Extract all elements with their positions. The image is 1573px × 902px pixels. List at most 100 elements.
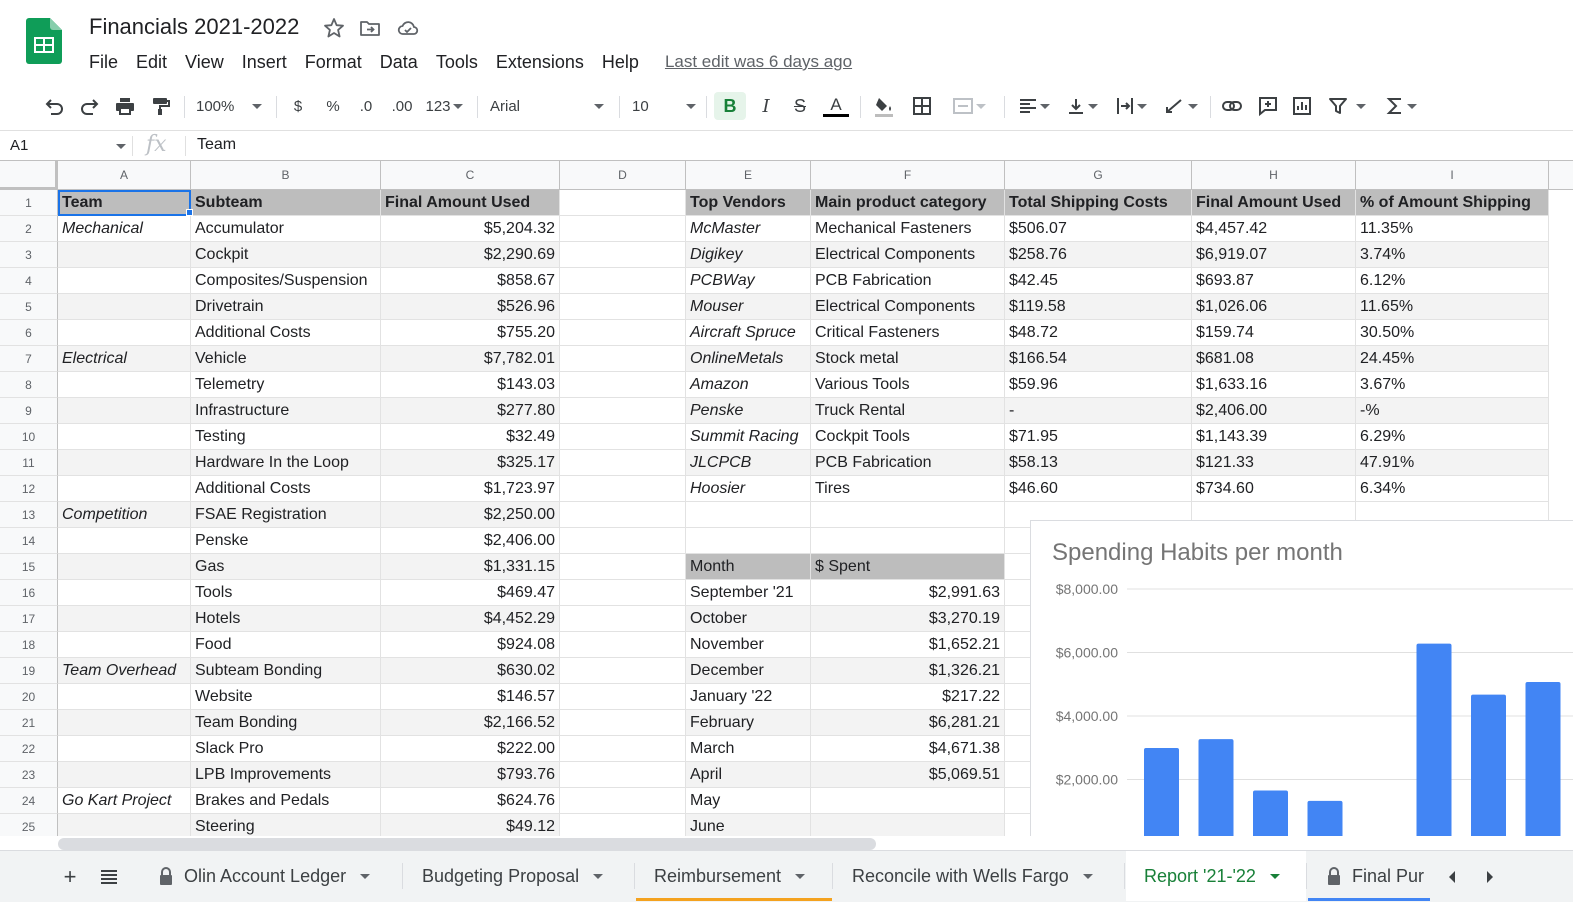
cell-d5[interactable] (560, 294, 686, 320)
cell-d18[interactable] (560, 632, 686, 658)
name-box-chevron-down-icon[interactable] (116, 144, 126, 149)
cloud-status-icon[interactable] (396, 16, 420, 40)
cell-g9[interactable]: - (1005, 398, 1192, 424)
cell-f5[interactable]: Electrical Components (811, 294, 1005, 320)
cell-f2[interactable]: Mechanical Fasteners (811, 216, 1005, 242)
cell-i12[interactable]: 6.34% (1356, 476, 1549, 502)
cell-g7[interactable]: $166.54 (1005, 346, 1192, 372)
cell-b10[interactable]: Testing (191, 424, 381, 450)
cell-b19[interactable]: Subteam Bonding (191, 658, 381, 684)
cell-b22[interactable]: Slack Pro (191, 736, 381, 762)
cell-g3[interactable]: $258.76 (1005, 242, 1192, 268)
row-header[interactable]: 5 (0, 294, 58, 320)
insert-chart-icon[interactable] (1288, 92, 1316, 120)
chart-bar[interactable] (1525, 682, 1561, 836)
cell-g5[interactable]: $119.58 (1005, 294, 1192, 320)
cell-c11[interactable]: $325.17 (381, 450, 560, 476)
cell-f24[interactable] (811, 788, 1005, 814)
cell-a20[interactable] (58, 684, 191, 710)
cell-b11[interactable]: Hardware In the Loop (191, 450, 381, 476)
cell-e2[interactable]: McMaster (686, 216, 811, 242)
print-icon[interactable] (111, 92, 139, 120)
insert-comment-icon[interactable] (1254, 92, 1282, 120)
fill-color-icon[interactable] (870, 92, 898, 120)
format-percent-button[interactable]: % (322, 92, 344, 120)
cell-e25[interactable]: June (686, 814, 811, 836)
cell-c2[interactable]: $5,204.32 (381, 216, 560, 242)
sheet-tab[interactable]: Reconcile with Wells Fargo (834, 851, 1124, 901)
column-header-b[interactable]: B (191, 161, 381, 190)
cell-g4[interactable]: $42.45 (1005, 268, 1192, 294)
sheets-logo-icon[interactable] (26, 18, 62, 64)
cell-e10[interactable]: Summit Racing (686, 424, 811, 450)
zoom-select[interactable]: 100% (196, 92, 268, 120)
cell-e3[interactable]: Digikey (686, 242, 811, 268)
cell-h9[interactable]: $2,406.00 (1192, 398, 1356, 424)
cell-f14[interactable] (811, 528, 1005, 554)
cell-b6[interactable]: Additional Costs (191, 320, 381, 346)
cell-i4[interactable]: 6.12% (1356, 268, 1549, 294)
add-sheet-icon[interactable]: + (58, 863, 82, 891)
cell-d19[interactable] (560, 658, 686, 684)
cell-a12[interactable] (58, 476, 191, 502)
cell-f7[interactable]: Stock metal (811, 346, 1005, 372)
sheet-tab[interactable]: Olin Account Ledger (140, 851, 402, 901)
column-header-d[interactable]: D (560, 161, 686, 190)
cell-d8[interactable] (560, 372, 686, 398)
cell-g6[interactable]: $48.72 (1005, 320, 1192, 346)
chart-bar[interactable] (1144, 748, 1179, 836)
star-icon[interactable] (322, 16, 346, 40)
cell-i11[interactable]: 47.91% (1356, 450, 1549, 476)
cell-c16[interactable]: $469.47 (381, 580, 560, 606)
cell-e9[interactable]: Penske (686, 398, 811, 424)
cell-c21[interactable]: $2,166.52 (381, 710, 560, 736)
row-header[interactable]: 23 (0, 762, 58, 788)
menu-data[interactable]: Data (371, 52, 427, 73)
menu-edit[interactable]: Edit (127, 52, 176, 73)
cell-g2[interactable]: $506.07 (1005, 216, 1192, 242)
chart-bar[interactable] (1253, 790, 1288, 836)
cell-a6[interactable] (58, 320, 191, 346)
selection-fill-handle[interactable] (186, 209, 193, 216)
cell-f22[interactable]: $4,671.38 (811, 736, 1005, 762)
cell-a21[interactable] (58, 710, 191, 736)
cell-f23[interactable]: $5,069.51 (811, 762, 1005, 788)
cell-g12[interactable]: $46.60 (1005, 476, 1192, 502)
tab-menu-chevron-down-icon[interactable] (1082, 873, 1093, 879)
horizontal-align-icon[interactable] (1014, 92, 1054, 120)
sheet-tab[interactable]: Report '21-'22 (1126, 851, 1306, 901)
cell-g8[interactable]: $59.96 (1005, 372, 1192, 398)
cell-a2[interactable]: Mechanical (58, 216, 191, 242)
cell-i6[interactable]: 30.50% (1356, 320, 1549, 346)
cell-c17[interactable]: $4,452.29 (381, 606, 560, 632)
cell-b14[interactable]: Penske (191, 528, 381, 554)
sheet-tab[interactable]: Reimbursement (636, 851, 832, 901)
cell-f1[interactable]: Main product category (811, 190, 1005, 216)
cell-g1[interactable]: Total Shipping Costs (1005, 190, 1192, 216)
cell-f6[interactable]: Critical Fasteners (811, 320, 1005, 346)
cell-b25[interactable]: Steering (191, 814, 381, 836)
cell-d20[interactable] (560, 684, 686, 710)
cell-c24[interactable]: $624.76 (381, 788, 560, 814)
menu-tools[interactable]: Tools (427, 52, 487, 73)
cell-a5[interactable] (58, 294, 191, 320)
cell-i5[interactable]: 11.65% (1356, 294, 1549, 320)
cell-d22[interactable] (560, 736, 686, 762)
cell-b5[interactable]: Drivetrain (191, 294, 381, 320)
cell-d10[interactable] (560, 424, 686, 450)
cell-f8[interactable]: Various Tools (811, 372, 1005, 398)
merge-cells-icon[interactable] (944, 92, 994, 120)
font-size-select[interactable]: 10 (632, 92, 700, 120)
cell-d1[interactable] (560, 190, 686, 216)
cell-b4[interactable]: Composites/Suspension (191, 268, 381, 294)
cell-i8[interactable]: 3.67% (1356, 372, 1549, 398)
cell-i2[interactable]: 11.35% (1356, 216, 1549, 242)
paint-format-icon[interactable] (146, 92, 174, 120)
cell-f4[interactable]: PCB Fabrication (811, 268, 1005, 294)
row-header[interactable]: 12 (0, 476, 58, 502)
cell-e15[interactable]: Month (686, 554, 811, 580)
row-header[interactable]: 3 (0, 242, 58, 268)
cell-h12[interactable]: $734.60 (1192, 476, 1356, 502)
row-header[interactable]: 14 (0, 528, 58, 554)
row-header[interactable]: 10 (0, 424, 58, 450)
